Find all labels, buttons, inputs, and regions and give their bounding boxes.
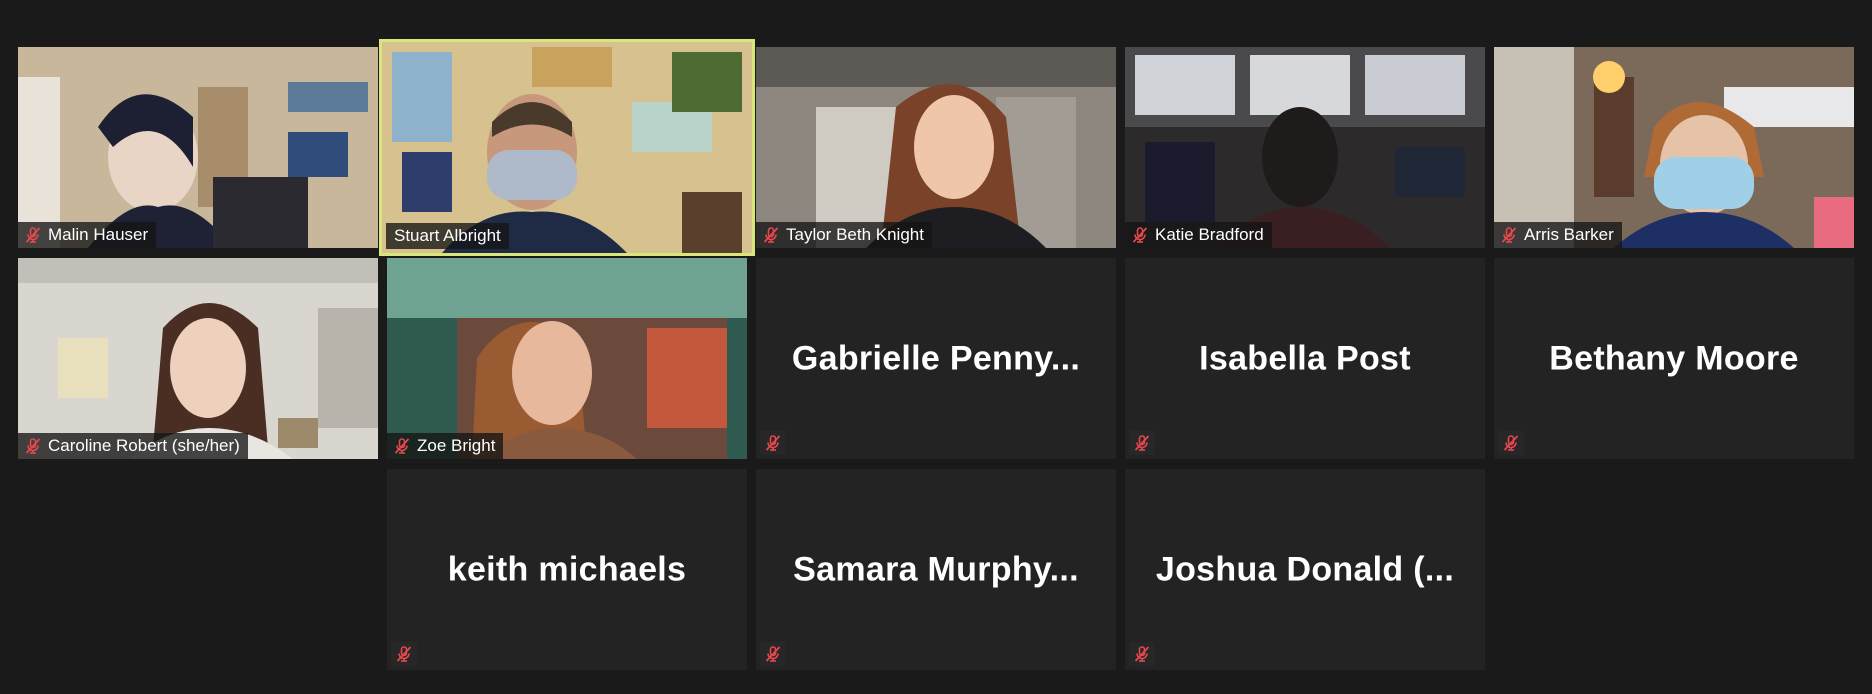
mic-muted-icon	[395, 645, 413, 663]
mic-muted-icon	[1131, 226, 1149, 244]
name-tag: Caroline Robert (she/her)	[18, 433, 248, 459]
mic-muted-indicator	[760, 642, 786, 666]
video-feed	[382, 42, 752, 253]
mic-muted-indicator	[1498, 431, 1524, 455]
mic-muted-icon	[1133, 434, 1151, 452]
participant-tile-keith-michaels[interactable]: keith michaels	[387, 469, 747, 670]
participant-tile-katie-bradford[interactable]: Katie Bradford	[1125, 47, 1485, 248]
name-tag: Zoe Bright	[387, 433, 504, 459]
name-tag: Katie Bradford	[1125, 222, 1272, 248]
participant-display-name: Gabrielle Penny...	[791, 339, 1081, 377]
mic-muted-icon	[764, 645, 782, 663]
mic-muted-indicator	[1129, 642, 1155, 666]
video-feed	[756, 47, 1116, 248]
participant-display-name: keith michaels	[447, 550, 687, 588]
video-feed	[18, 47, 378, 248]
mic-muted-indicator	[1129, 431, 1155, 455]
mic-muted-indicator	[391, 642, 417, 666]
video-feed	[1494, 47, 1854, 248]
participant-name: Taylor Beth Knight	[786, 225, 924, 244]
mic-muted-icon	[1500, 226, 1518, 244]
participant-tile-stuart-albright[interactable]: Stuart Albright	[379, 39, 755, 256]
mic-muted-icon	[393, 437, 411, 455]
mic-muted-icon	[24, 437, 42, 455]
participant-tile-joshua-donald[interactable]: Joshua Donald (...	[1125, 469, 1485, 670]
participant-display-name: Isabella Post	[1199, 339, 1411, 377]
gallery-view: Malin Hauser Stuart Albright Taylor Beth…	[0, 0, 1872, 694]
participant-tile-arris-barker[interactable]: Arris Barker	[1494, 47, 1854, 248]
participant-name: Katie Bradford	[1155, 225, 1264, 244]
name-tag: Malin Hauser	[18, 222, 157, 248]
name-tag: Taylor Beth Knight	[756, 222, 932, 248]
video-feed	[1125, 47, 1485, 248]
mic-muted-icon	[24, 226, 42, 244]
participant-tile-caroline-robert[interactable]: Caroline Robert (she/her)	[18, 258, 378, 459]
participant-display-name: Joshua Donald (...	[1155, 550, 1455, 588]
video-feed	[387, 258, 747, 459]
participant-tile-zoe-bright[interactable]: Zoe Bright	[387, 258, 747, 459]
participant-name: Stuart Albright	[394, 226, 501, 245]
participant-tile-isabella-post[interactable]: Isabella Post	[1125, 258, 1485, 459]
mic-muted-indicator	[760, 431, 786, 455]
participant-name: Zoe Bright	[417, 436, 496, 455]
participant-display-name: Samara Murphy...	[793, 550, 1079, 588]
mic-muted-icon	[762, 226, 780, 244]
participant-display-name: Bethany Moore	[1549, 339, 1799, 377]
video-feed	[18, 258, 378, 459]
name-tag: Stuart Albright	[386, 223, 509, 249]
participant-name: Arris Barker	[1524, 225, 1614, 244]
participant-tile-samara-murphy[interactable]: Samara Murphy...	[756, 469, 1116, 670]
name-tag: Arris Barker	[1494, 222, 1622, 248]
mic-muted-icon	[1133, 645, 1151, 663]
mic-muted-icon	[764, 434, 782, 452]
participant-name: Malin Hauser	[48, 225, 149, 244]
participant-tile-malin-hauser[interactable]: Malin Hauser	[18, 47, 378, 248]
mic-muted-icon	[1502, 434, 1520, 452]
participant-name: Caroline Robert (she/her)	[48, 436, 240, 455]
participant-tile-gabrielle-penny[interactable]: Gabrielle Penny...	[756, 258, 1116, 459]
participant-tile-taylor-beth-knight[interactable]: Taylor Beth Knight	[756, 47, 1116, 248]
participant-tile-bethany-moore[interactable]: Bethany Moore	[1494, 258, 1854, 459]
